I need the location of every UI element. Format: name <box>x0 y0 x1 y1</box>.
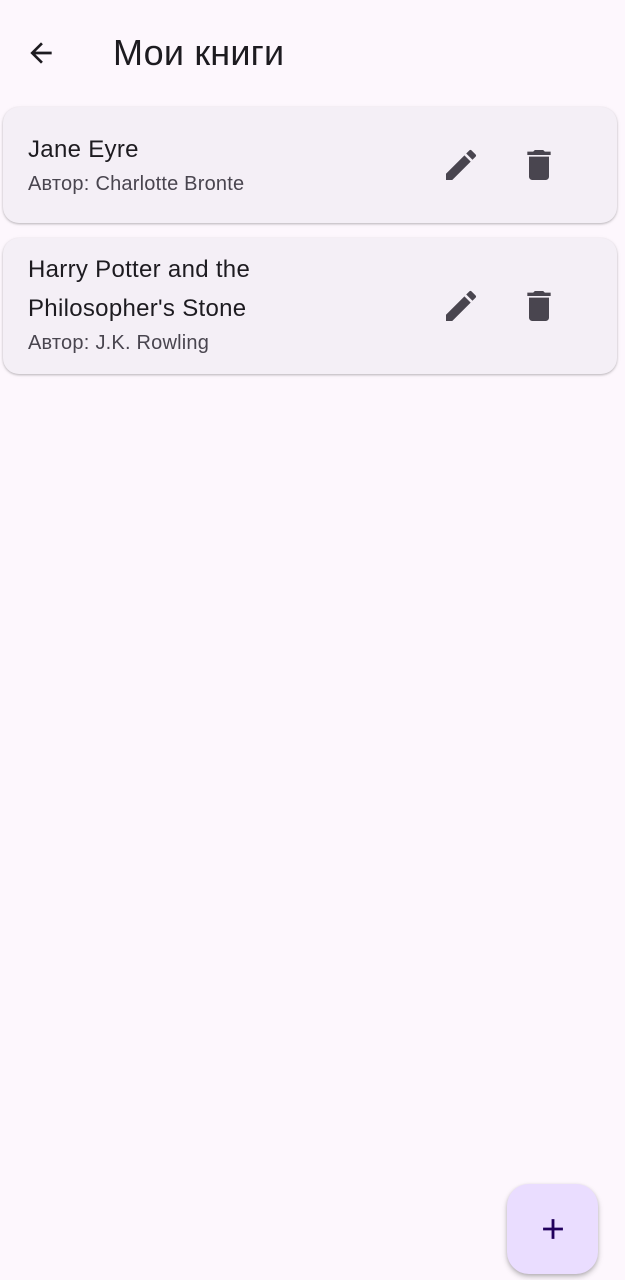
book-author-line: Автор: Charlotte Bronte <box>28 169 328 199</box>
book-title: Jane Eyre <box>28 136 139 163</box>
book-card[interactable]: Harry Potter and the Philosopher's Stone… <box>3 238 617 374</box>
edit-button[interactable] <box>437 141 485 189</box>
arrow-back-icon <box>30 42 52 64</box>
page-title: Мои книги <box>113 32 285 73</box>
author-prefix: Автор: <box>28 173 90 195</box>
book-author-line: Автор: J.K. Rowling <box>28 328 328 358</box>
book-info: Harry Potter and the Philosopher's Stone… <box>28 250 328 358</box>
trash-icon <box>527 150 551 180</box>
book-title: Harry Potter and the Philosopher's Stone <box>28 256 251 322</box>
plus-icon <box>542 1219 563 1239</box>
edit-button[interactable] <box>437 282 485 330</box>
author-prefix: Автор: <box>28 332 90 354</box>
app-bar: Мои книги <box>0 0 625 106</box>
add-book-button[interactable] <box>507 1184 598 1274</box>
book-card[interactable]: Jane Eyre Автор: Charlotte Bronte <box>3 107 617 223</box>
back-button[interactable] <box>16 28 66 78</box>
delete-button[interactable] <box>515 282 563 330</box>
trash-icon <box>527 291 551 321</box>
delete-button[interactable] <box>515 141 563 189</box>
book-author: Charlotte Bronte <box>95 173 245 195</box>
pencil-icon <box>446 149 477 180</box>
pencil-icon <box>446 290 477 321</box>
book-info: Jane Eyre Автор: Charlotte Bronte <box>28 130 328 199</box>
book-author: J.K. Rowling <box>95 332 210 354</box>
